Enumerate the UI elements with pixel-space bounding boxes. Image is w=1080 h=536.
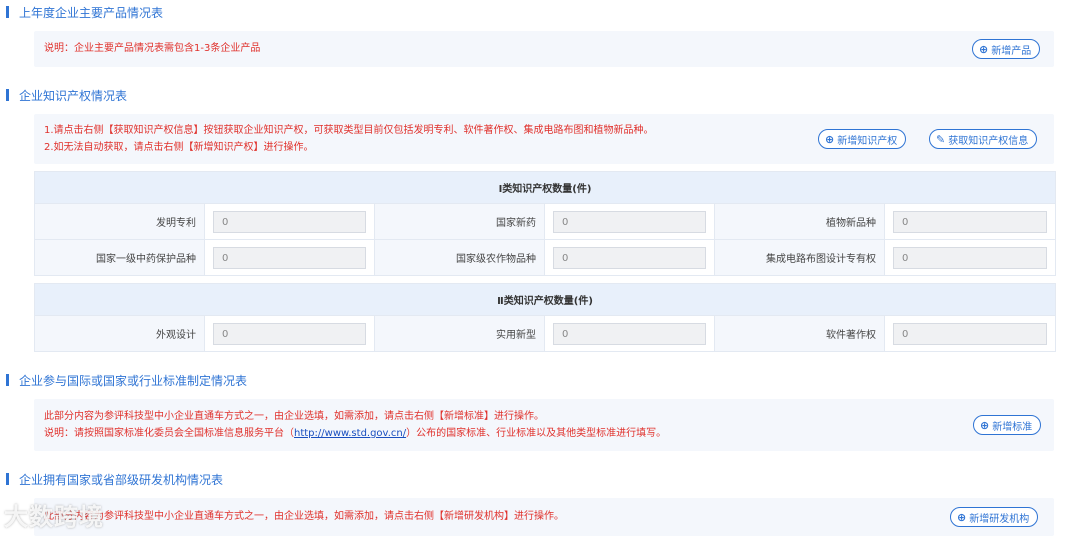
field-label: 集成电路布图设计专有权 [714, 239, 885, 276]
standards-note-line2: 说明：请按照国家标准化委员会全国标准信息服务平台（http://www.std.… [44, 425, 666, 442]
standards-note-box: 此部分内容为参评科技型中小企业直通车方式之一，由企业选填，如需添加，请点击右侧【… [34, 399, 1054, 451]
section-title-text: 企业参与国际或国家或行业标准制定情况表 [19, 373, 248, 388]
add-ip-button[interactable]: ⊕ 新增知识产权 [818, 129, 907, 149]
add-standard-label: 新增标准 [992, 421, 1033, 433]
products-note: 说明：企业主要产品情况表需包含1-3条企业产品 [44, 43, 261, 54]
ip-class1-table: Ⅰ类知识产权数量(件) 发明专利 0 国家新药 0 植物新品种 0 国家一级中药… [33, 171, 1057, 276]
section-title-text: 上年度企业主要产品情况表 [19, 5, 164, 20]
fetch-ip-button[interactable]: ✎ 获取知识产权信息 [929, 129, 1038, 149]
field-label: 国家一级中药保护品种 [34, 239, 205, 276]
table-row: 发明专利 0 国家新药 0 植物新品种 0 [34, 203, 1057, 240]
section-title-standards: 企业参与国际或国家或行业标准制定情况表 [6, 371, 247, 389]
fetch-ip-label: 获取知识产权信息 [948, 135, 1029, 147]
section-marker [6, 6, 9, 18]
add-standard-button[interactable]: ⊕ 新增标准 [973, 415, 1042, 435]
crop-variety-input[interactable]: 0 [553, 246, 706, 269]
rnd-note-line1: 此部分内容为参评科技型中小企业直通车方式之一，由企业选填，如需添加，请点击右侧【… [44, 511, 564, 522]
tcm-protection-input[interactable]: 0 [213, 246, 366, 269]
watermark: 大数跨境 [4, 503, 104, 531]
plus-circle-icon: ⊕ [980, 418, 990, 432]
field-label: 发明专利 [34, 203, 205, 240]
section-title-text: 企业拥有国家或省部级研发机构情况表 [19, 472, 224, 487]
invention-patent-input[interactable]: 0 [213, 210, 366, 233]
add-ip-label: 新增知识产权 [837, 135, 898, 147]
field-label: 国家新药 [374, 203, 545, 240]
products-note-box: 说明：企业主要产品情况表需包含1-3条企业产品 [34, 31, 1054, 67]
new-drug-input[interactable]: 0 [553, 210, 706, 233]
std-link[interactable]: http://www.std.gov.cn/ [294, 428, 406, 439]
section-marker [6, 89, 9, 101]
plus-circle-icon: ⊕ [957, 510, 967, 524]
section-title-text: 企业知识产权情况表 [19, 88, 128, 103]
class2-header: Ⅱ类知识产权数量(件) [33, 283, 1057, 316]
field-label: 外观设计 [34, 315, 205, 352]
ip-note-line1: 1.请点击右侧【获取知识产权信息】按钮获取企业知识产权，可获取类型目前仅包括发明… [44, 125, 654, 136]
add-rnd-label: 新增研发机构 [969, 513, 1030, 525]
note-suffix: ）公布的国家标准、行业标准以及其他类型标准进行填写。 [406, 428, 667, 439]
plus-circle-icon: ⊕ [979, 42, 989, 56]
ip-note-line2: 2.如无法自动获取，请点击右侧【新增知识产权】进行操作。 [44, 142, 314, 153]
rnd-note-box: 此部分内容为参评科技型中小企业直通车方式之一，由企业选填，如需添加，请点击右侧【… [34, 498, 1054, 536]
plant-variety-input[interactable]: 0 [893, 210, 1048, 233]
design-patent-input[interactable]: 0 [213, 322, 366, 345]
utility-model-input[interactable]: 0 [553, 322, 706, 345]
field-label: 植物新品种 [714, 203, 885, 240]
note-prefix: 说明：请按照国家标准化委员会全国标准信息服务平台（ [44, 428, 294, 439]
software-copyright-input[interactable]: 0 [893, 322, 1048, 345]
section-title-rnd: 企业拥有国家或省部级研发机构情况表 [6, 470, 223, 488]
add-product-label: 新增产品 [991, 45, 1032, 57]
section-title-products: 上年度企业主要产品情况表 [6, 3, 163, 21]
table-row: 外观设计 0 实用新型 0 软件著作权 0 [34, 315, 1057, 352]
field-label: 实用新型 [374, 315, 545, 352]
standards-note-line1: 此部分内容为参评科技型中小企业直通车方式之一，由企业选填，如需添加，请点击右侧【… [44, 411, 544, 422]
add-rnd-button[interactable]: ⊕ 新增研发机构 [950, 507, 1039, 527]
pencil-icon: ✎ [936, 132, 946, 146]
field-label: 软件著作权 [714, 315, 885, 352]
add-product-button[interactable]: ⊕ 新增产品 [972, 39, 1041, 59]
plus-circle-icon: ⊕ [825, 132, 835, 146]
field-label: 国家级农作物品种 [374, 239, 545, 276]
ic-layout-input[interactable]: 0 [893, 246, 1048, 269]
section-marker [6, 473, 9, 485]
class1-header: Ⅰ类知识产权数量(件) [33, 171, 1057, 204]
section-marker [6, 374, 9, 386]
table-row: 国家一级中药保护品种 0 国家级农作物品种 0 集成电路布图设计专有权 0 [34, 239, 1057, 276]
ip-class2-table: Ⅱ类知识产权数量(件) 外观设计 0 实用新型 0 软件著作权 0 [33, 283, 1057, 352]
section-title-ip: 企业知识产权情况表 [6, 86, 127, 104]
